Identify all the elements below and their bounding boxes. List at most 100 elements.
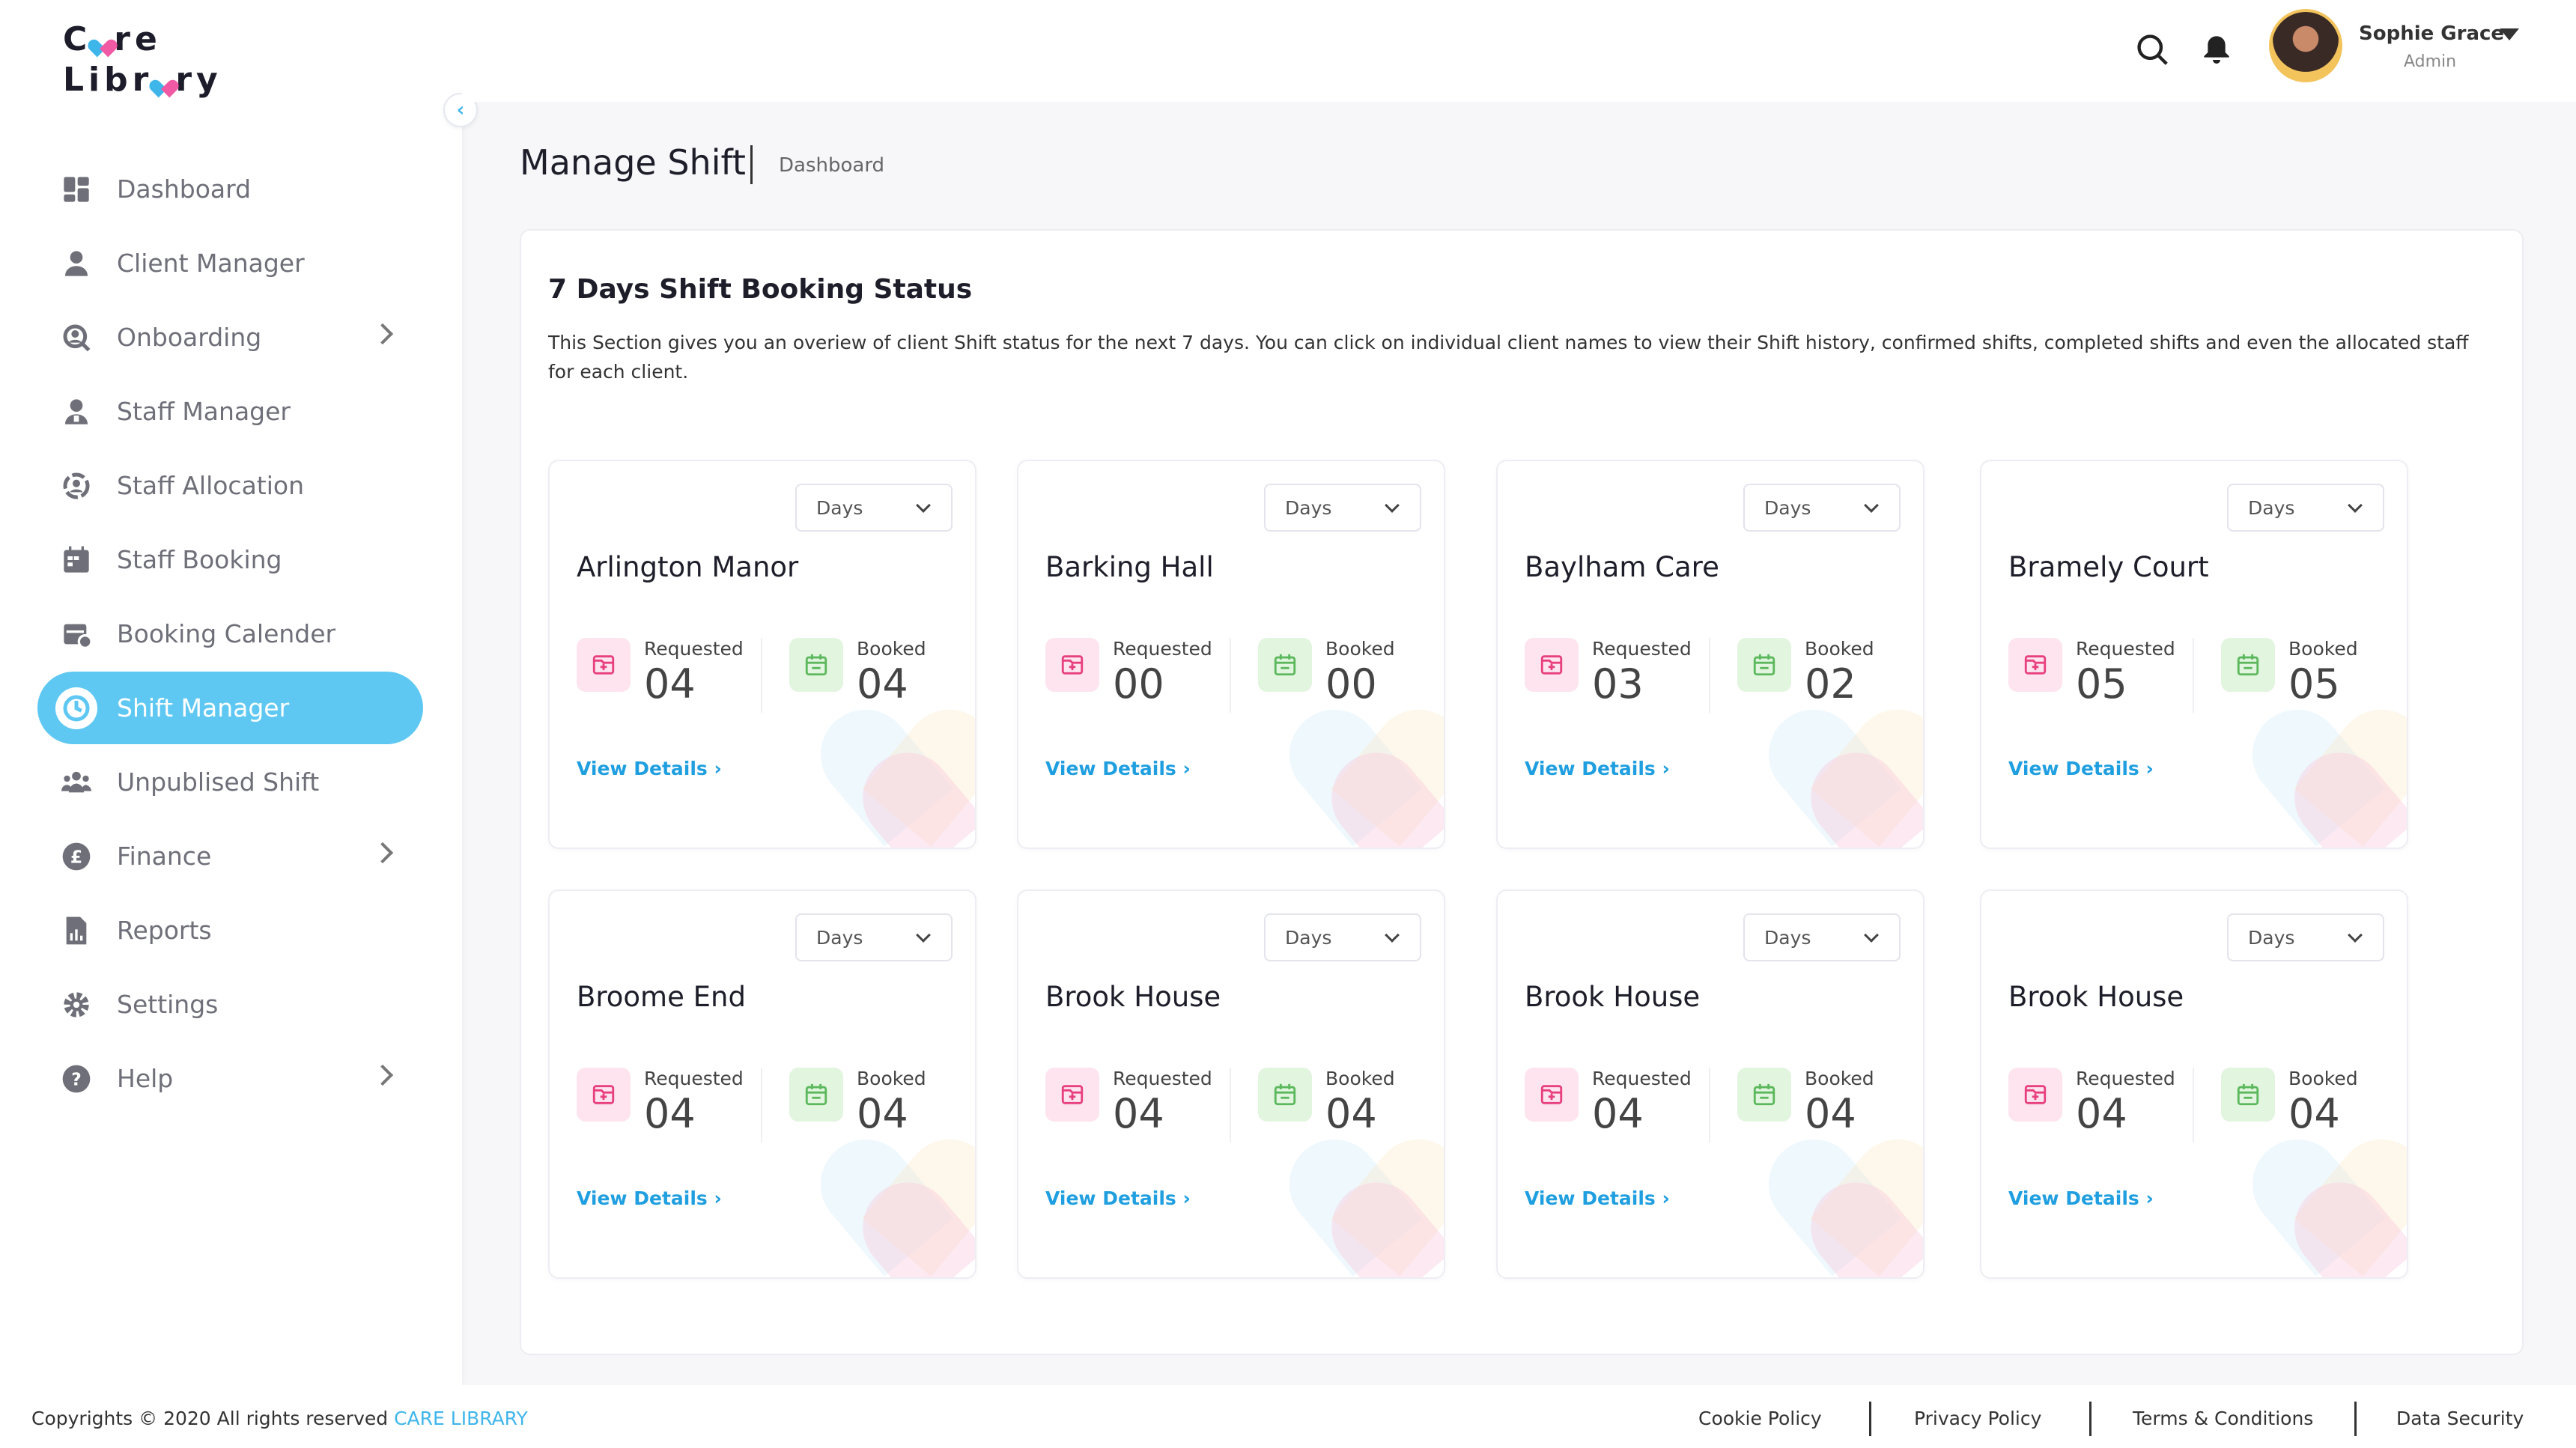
chevron-down-icon	[1864, 498, 1879, 513]
breadcrumb[interactable]: Dashboard	[779, 154, 884, 177]
privacy-policy-link[interactable]: Privacy Policy	[1914, 1408, 2041, 1429]
chevron-right-icon: ›	[1662, 1187, 1670, 1209]
requested-label: Requested	[644, 638, 744, 660]
view-details-link[interactable]: View Details ›	[1045, 1187, 1191, 1209]
booked-label: Booked	[857, 638, 926, 660]
view-details-link[interactable]: View Details ›	[2008, 758, 2154, 779]
booked-label: Booked	[1805, 1068, 1874, 1089]
sidebar-item-label: Staff Booking	[117, 545, 282, 574]
booked-calendar-icon	[1258, 638, 1312, 692]
chevron-right-icon	[371, 1064, 394, 1086]
client-name[interactable]: Broome End	[577, 981, 746, 1013]
bell-icon[interactable]	[2202, 31, 2232, 66]
client-card[interactable]: Days Broome End Requested 04 Booked 04 View De…	[548, 889, 976, 1279]
sidebar-item-dashboard[interactable]: Dashboard	[37, 153, 423, 225]
sidebar-item-help[interactable]: ? Help	[37, 1042, 423, 1115]
card-decoration	[2234, 691, 2407, 848]
requested-label: Requested	[2076, 638, 2175, 660]
booked-label: Booked	[1325, 1068, 1395, 1089]
sidebar-item-settings[interactable]: Settings	[37, 968, 423, 1041]
data-security-link[interactable]: Data Security	[2396, 1408, 2524, 1429]
view-details-link[interactable]: View Details ›	[577, 1187, 722, 1209]
sidebar-item-unpublised-shift[interactable]: Unpublised Shift	[37, 746, 423, 818]
top-bar	[462, 0, 2576, 102]
sidebar-item-reports[interactable]: Reports	[37, 894, 423, 967]
days-select[interactable]: Days	[2227, 484, 2384, 532]
requested-count: 04	[644, 1090, 696, 1137]
client-name[interactable]: Brook House	[2008, 981, 2184, 1013]
days-select[interactable]: Days	[1743, 913, 1901, 961]
stat-divider	[761, 1068, 762, 1143]
care-library-logo[interactable]: Cre Libr ry	[63, 19, 222, 100]
view-details-link[interactable]: View Details ›	[1525, 758, 1670, 779]
stat-divider	[1709, 1068, 1710, 1143]
onboarding-icon	[61, 323, 91, 353]
days-select[interactable]: Days	[2227, 913, 2384, 961]
sidebar-item-finance[interactable]: £ Finance	[37, 820, 423, 892]
client-card[interactable]: Days Brook House Requested 04 Booked 04 View D…	[1980, 889, 2408, 1279]
avatar[interactable]	[2269, 9, 2342, 82]
booked-calendar-icon	[2221, 638, 2275, 692]
booked-label: Booked	[1325, 638, 1395, 660]
sidebar-item-booking-calender[interactable]: Booking Calender	[37, 597, 423, 670]
client-card[interactable]: Days Brook House Requested 04 Booked 04 View D…	[1496, 889, 1925, 1279]
client-name[interactable]: Baylham Care	[1525, 551, 1719, 583]
client-card[interactable]: Days Brook House Requested 04 Booked 04 View D…	[1017, 889, 1445, 1279]
title-divider	[750, 145, 753, 184]
caret-down-icon[interactable]	[2500, 28, 2519, 40]
client-card[interactable]: Days Baylham Care Requested 03 Booked 02 View …	[1496, 460, 1925, 849]
requested-folder-icon	[1045, 638, 1099, 692]
sidebar-item-staff-booking[interactable]: Staff Booking	[37, 523, 423, 596]
requested-label: Requested	[644, 1068, 744, 1089]
days-select[interactable]: Days	[795, 484, 953, 532]
view-details-link[interactable]: View Details ›	[577, 758, 722, 779]
client-name[interactable]: Barking Hall	[1045, 551, 1214, 583]
sidebar-item-staff-manager[interactable]: Staff Manager	[37, 375, 423, 448]
days-select[interactable]: Days	[795, 913, 953, 961]
requested-stat: Requested 00	[1045, 633, 1212, 707]
booked-label: Booked	[2288, 638, 2358, 660]
sidebar-item-shift-manager[interactable]: Shift Manager	[37, 672, 423, 744]
client-card[interactable]: Days Arlington Manor Requested 04 Booked 04 Vi…	[548, 460, 976, 849]
view-details-link[interactable]: View Details ›	[2008, 1187, 2154, 1209]
pound-icon: £	[61, 842, 91, 871]
booked-calendar-icon	[1737, 1068, 1791, 1122]
client-name[interactable]: Brook House	[1525, 981, 1700, 1013]
sidebar-item-label: Settings	[117, 990, 219, 1019]
days-select-value: Days	[2248, 496, 2295, 519]
sidebar-item-label: Reports	[117, 916, 212, 945]
sidebar-item-client-manager[interactable]: Client Manager	[37, 227, 423, 299]
chevron-down-icon	[2348, 498, 2363, 513]
requested-folder-icon	[1525, 638, 1579, 692]
booked-stat: Booked 04	[789, 633, 926, 707]
days-select[interactable]: Days	[1264, 913, 1421, 961]
sidebar-item-label: Dashboard	[117, 174, 252, 204]
client-name[interactable]: Arlington Manor	[577, 551, 798, 583]
sidebar-item-staff-allocation[interactable]: Staff Allocation	[37, 449, 423, 522]
user-name[interactable]: Sophie Grace	[2359, 22, 2504, 45]
client-card[interactable]: Days Barking Hall Requested 00 Booked 00 View …	[1017, 460, 1445, 849]
client-card[interactable]: Days Bramely Court Requested 05 Booked 05 View…	[1980, 460, 2408, 849]
chevron-right-icon: ›	[1182, 758, 1191, 779]
group-icon	[61, 767, 91, 797]
days-select-value: Days	[1285, 496, 1332, 519]
client-name[interactable]: Brook House	[1045, 981, 1221, 1013]
sidebar-item-onboarding[interactable]: Onboarding	[37, 301, 423, 374]
days-select[interactable]: Days	[1264, 484, 1421, 532]
sidebar-item-label: Onboarding	[117, 323, 262, 352]
view-details-link[interactable]: View Details ›	[1525, 1187, 1670, 1209]
booked-label: Booked	[857, 1068, 926, 1089]
view-details-link[interactable]: View Details ›	[1045, 758, 1191, 779]
terms-conditions-link[interactable]: Terms & Conditions	[2133, 1408, 2313, 1429]
card-decoration	[1750, 691, 1923, 848]
booked-count: 04	[1325, 1090, 1377, 1137]
requested-count: 04	[644, 660, 696, 708]
requested-label: Requested	[1592, 638, 1692, 660]
cookie-policy-link[interactable]: Cookie Policy	[1698, 1408, 1822, 1429]
copyright-brand-link[interactable]: CARE LIBRARY	[394, 1408, 528, 1429]
client-name[interactable]: Bramely Court	[2008, 551, 2209, 583]
days-select[interactable]: Days	[1743, 484, 1901, 532]
panel-title: 7 Days Shift Booking Status	[548, 274, 973, 305]
requested-stat: Requested 04	[577, 633, 744, 707]
search-icon[interactable]	[2136, 33, 2169, 66]
